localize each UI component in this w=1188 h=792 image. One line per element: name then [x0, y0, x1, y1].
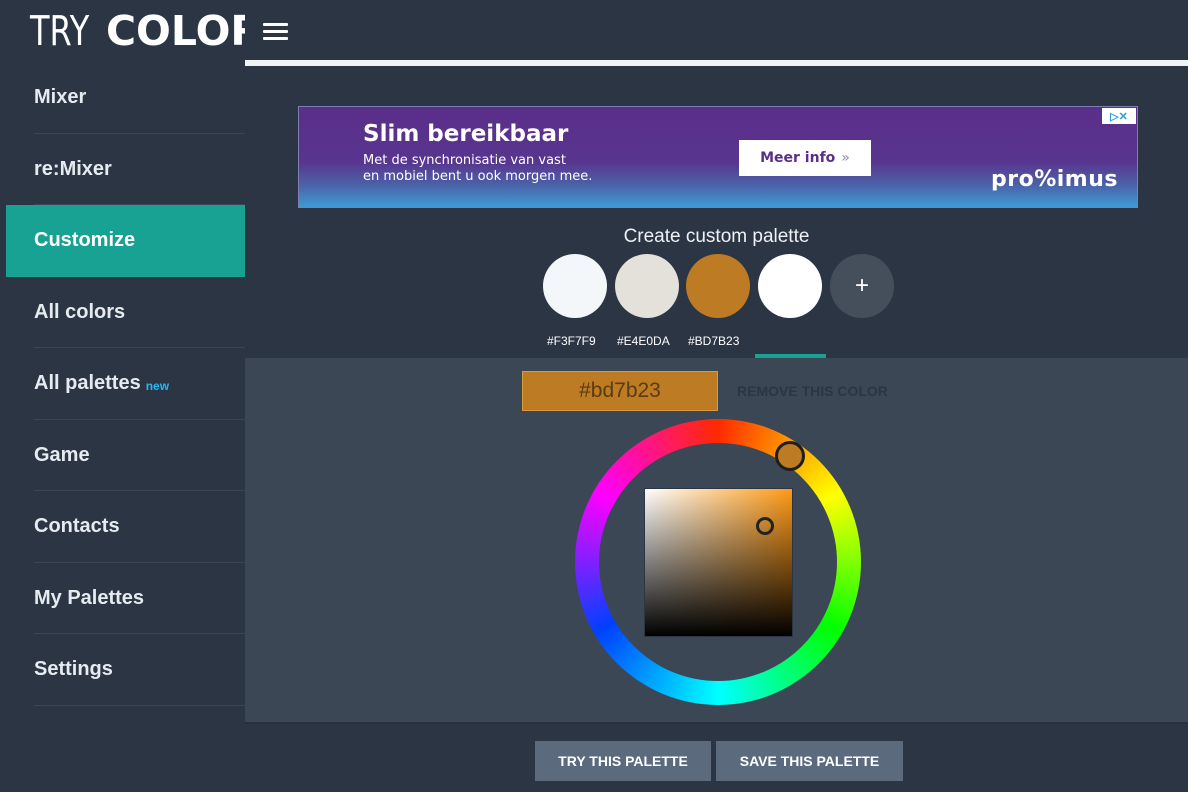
sidebar-item-label: Contacts	[34, 515, 120, 538]
sidebar-item-label: All colors	[34, 300, 126, 323]
sidebar-item-game[interactable]: Game	[0, 420, 245, 492]
ad-line-1: Met de synchronisatie van vast	[363, 153, 566, 168]
swatch-hex-label: #E4E0DA	[617, 334, 670, 348]
saturation-value-square[interactable]	[644, 488, 793, 637]
sidebar-item-my-palettes[interactable]: My Palettes	[0, 563, 245, 635]
chevron-right-icon: »	[841, 150, 850, 166]
sidebar-item-all-colors[interactable]: All colors	[0, 277, 245, 349]
palette-swatch[interactable]	[686, 254, 750, 318]
sidebar-item-settings[interactable]: Settings	[0, 634, 245, 706]
sidebar: TRY COLORS Mixer re:Mixer Customize All c…	[0, 0, 292, 792]
ad-brand-logo: pro%imus	[991, 167, 1118, 192]
palette-swatch-selected[interactable]	[758, 254, 822, 318]
sidebar-item-all-palettes[interactable]: All palettes new	[0, 348, 245, 420]
palette-title: Create custom palette	[623, 226, 810, 247]
ad-title: Slim bereikbaar	[363, 121, 569, 147]
saturation-value-handle[interactable]	[756, 517, 774, 535]
sidebar-item-contacts[interactable]: Contacts	[0, 491, 245, 563]
logo-try: TRY	[30, 7, 90, 55]
swatch-hex-label: #F3F7F9	[547, 334, 596, 348]
sidebar-item-label: Settings	[34, 658, 113, 681]
sidebar-nav: Mixer re:Mixer Customize All colors All …	[0, 62, 245, 706]
sidebar-item-mixer[interactable]: Mixer	[0, 62, 245, 134]
hamburger-menu-icon[interactable]	[263, 23, 288, 40]
sidebar-item-remixer[interactable]: re:Mixer	[0, 134, 245, 206]
hex-color-input[interactable]: #bd7b23	[522, 371, 718, 411]
sidebar-item-label: Game	[34, 443, 90, 466]
ad-banner[interactable]: Slim bereikbaar Met de synchronisatie va…	[298, 106, 1138, 208]
hue-handle[interactable]	[775, 441, 805, 471]
sidebar-item-label: My Palettes	[34, 586, 145, 609]
swatch-hex-label: #BD7B23	[688, 334, 740, 348]
add-color-button[interactable]: +	[830, 254, 894, 318]
sidebar-item-label: re:Mixer	[34, 157, 112, 180]
palette-swatch[interactable]	[615, 254, 679, 318]
remove-color-button[interactable]: REMOVE THIS COLOR	[737, 383, 888, 399]
ad-more-info-button[interactable]: Meer info »	[739, 140, 871, 176]
sidebar-item-customize[interactable]: Customize	[6, 205, 245, 277]
sidebar-item-label: All palettes	[34, 372, 141, 395]
sidebar-item-label: Mixer	[34, 86, 87, 109]
ad-line-2: en mobiel bent u ook morgen mee.	[363, 169, 593, 184]
sidebar-item-label: Customize	[34, 229, 136, 252]
save-palette-button[interactable]: SAVE THIS PALETTE	[716, 741, 903, 781]
palette-swatch[interactable]	[543, 254, 607, 318]
ad-button-label: Meer info	[760, 150, 836, 166]
top-bar	[245, 0, 1188, 60]
new-badge: new	[145, 378, 170, 393]
ad-choices-icon[interactable]: ▷✕	[1102, 108, 1136, 124]
ad-subtitle: Met de synchronisatie van vast en mobiel…	[363, 153, 663, 185]
try-palette-button[interactable]: TRY THIS PALETTE	[535, 741, 711, 781]
